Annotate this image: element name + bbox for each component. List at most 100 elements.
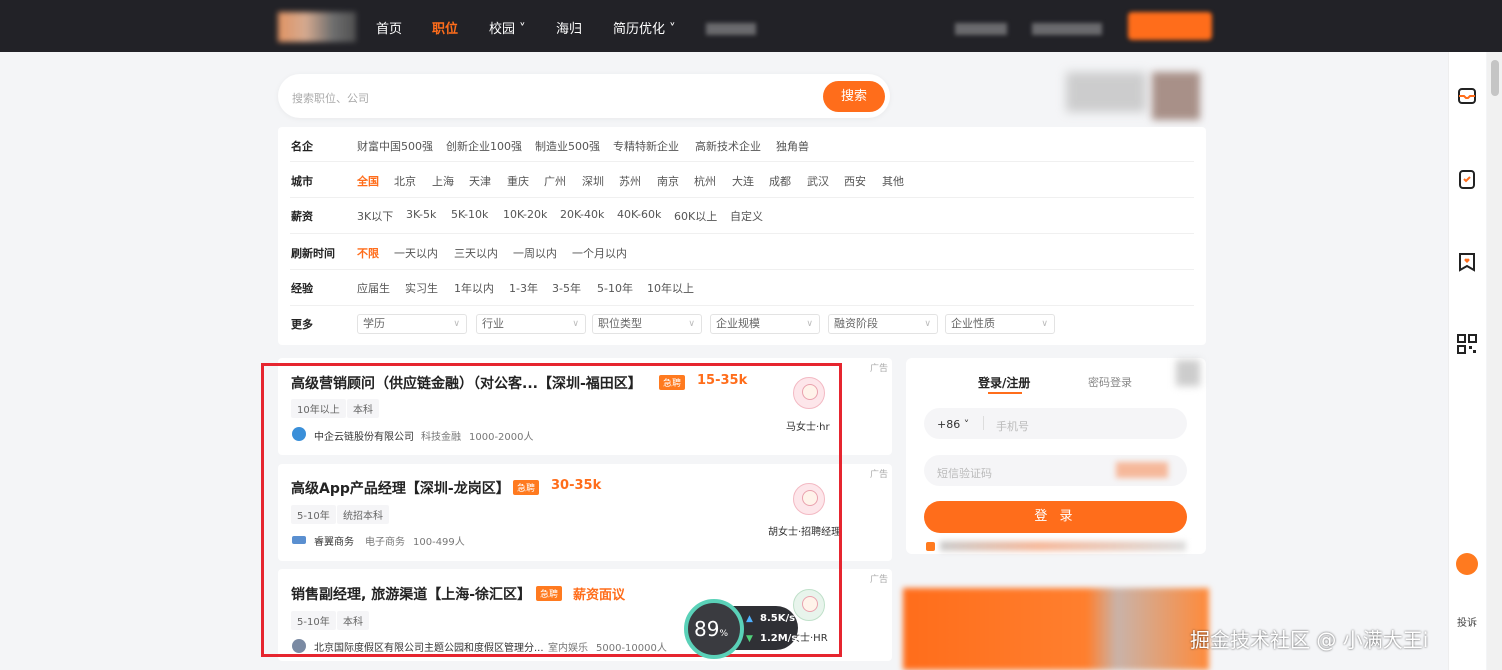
filter-option[interactable]: 5K-10k [451,208,488,221]
nav-overseas[interactable]: 海归 [556,18,582,37]
filter-option[interactable]: 一个月以内 [572,245,627,261]
nav-blurred-item[interactable] [706,23,756,35]
agreement-text [940,541,1186,551]
filter-option[interactable]: 1-3年 [509,280,538,296]
nav-campus[interactable]: 校园 ˅ [489,18,526,37]
tab-password-login[interactable]: 密码登录 [1088,374,1132,390]
filter-option[interactable]: 深圳 [582,173,604,189]
filter-label-famous: 名企 [291,140,313,153]
blurred-qr-corner[interactable] [1176,360,1200,386]
nav-user-button[interactable] [1128,12,1212,40]
search-button[interactable]: 搜索 [823,81,885,112]
country-code-select[interactable]: +86 ˅ [937,418,969,431]
filter-label-more: 更多 [291,318,313,331]
dropdown-education[interactable]: 学历 ∨ [357,314,467,334]
filter-option[interactable]: 苏州 [619,173,641,189]
login-button[interactable]: 登 录 [924,501,1187,533]
filter-option[interactable]: 10K-20k [503,208,547,221]
filter-option[interactable]: 专精特新企业 [613,138,679,154]
filter-option[interactable]: 财富中国500强 [357,138,433,154]
filter-option[interactable]: 一周以内 [513,245,557,261]
divider [290,233,1194,234]
nav-home[interactable]: 首页 [376,18,402,37]
divider [290,161,1194,162]
dropdown-label: 行业 [482,317,504,330]
filter-option[interactable]: 实习生 [405,280,438,296]
filter-option[interactable]: 重庆 [507,173,529,189]
chevron-down-icon: ∨ [453,319,460,329]
filter-option[interactable]: 北京 [394,173,416,189]
nav-blurred-item[interactable] [955,23,1007,35]
nav-blurred-item[interactable] [1032,23,1102,35]
nav-jobs[interactable]: 职位 [432,18,458,37]
filter-option[interactable]: 天津 [469,173,491,189]
filter-option[interactable]: 40K-60k [617,208,661,221]
filter-option[interactable]: 广州 [544,173,566,189]
filter-option[interactable]: 三天以内 [454,245,498,261]
filter-option-selected[interactable]: 不限 [357,245,379,261]
filter-option[interactable]: 自定义 [730,208,763,224]
filter-option[interactable]: 成都 [769,173,791,189]
dropdown-company-type[interactable]: 企业性质 ∨ [945,314,1055,334]
filter-label-refresh: 刷新时间 [291,247,335,260]
filter-option[interactable]: 其他 [882,173,904,189]
filter-option[interactable]: 上海 [432,173,454,189]
ad-tag: 广告 [870,470,889,480]
chevron-down-icon: ∨ [688,319,695,329]
agreement-checkbox[interactable] [926,542,935,551]
phone-input[interactable]: 手机号 [996,418,1029,434]
dropdown-industry[interactable]: 行业 ∨ [476,314,586,334]
filter-option[interactable]: 西安 [844,173,866,189]
chevron-down-icon: ∨ [806,319,813,329]
filter-option[interactable]: 10年以上 [647,280,694,296]
gauge-unit: % [719,629,729,639]
filter-option[interactable]: 创新企业100强 [446,138,522,154]
filter-label-experience: 经验 [291,282,313,295]
filter-option[interactable]: 5-10年 [597,280,633,296]
filter-option[interactable]: 独角兽 [776,138,809,154]
dropdown-job-type[interactable]: 职位类型 ∨ [592,314,702,334]
filter-option[interactable]: 南京 [657,173,679,189]
promo-banner[interactable] [903,588,1209,670]
tab-login-register[interactable]: 登录/注册 [978,374,1030,391]
feedback-icon[interactable] [1456,553,1478,575]
scrollbar[interactable] [1487,52,1502,670]
filter-option-selected[interactable]: 全国 [357,173,379,189]
tab-underline [988,392,1022,394]
filter-option[interactable]: 武汉 [807,173,829,189]
download-speed: 1.2M/s [760,633,798,644]
dropdown-company-size[interactable]: 企业规模 ∨ [710,314,820,334]
filter-option[interactable]: 20K-40k [560,208,604,221]
filter-option[interactable]: 大连 [732,173,754,189]
watermark: 掘金技术社区 @ 小满大王i [1190,628,1429,652]
bookmark-heart-icon[interactable] [1455,250,1479,274]
search-input[interactable]: 搜索职位、公司 [292,90,369,106]
filter-option[interactable]: 1年以内 [454,280,494,296]
dropdown-funding[interactable]: 融资阶段 ∨ [828,314,938,334]
divider [290,305,1194,306]
scrollbar-thumb[interactable] [1491,60,1499,96]
filter-option[interactable]: 3-5年 [552,280,581,296]
gauge-value: 89 [694,617,720,641]
filter-option[interactable]: 一天以内 [394,245,438,261]
get-code-button[interactable] [1116,462,1168,478]
sms-code-input[interactable]: 短信验证码 [937,465,992,481]
site-logo[interactable] [278,12,356,42]
filter-option[interactable]: 3K以下 [357,208,393,224]
message-icon[interactable] [1455,84,1479,108]
filter-option[interactable]: 高新技术企业 [695,138,761,154]
clipboard-check-icon[interactable] [1455,167,1479,191]
filter-option[interactable]: 制造业500强 [535,138,600,154]
blurred-avatar [1152,72,1200,120]
search-bar[interactable] [278,74,890,118]
filter-option[interactable]: 3K-5k [406,208,436,221]
filter-option[interactable]: 应届生 [357,280,390,296]
nav-resume[interactable]: 简历优化 ˅ [613,18,676,37]
filter-option[interactable]: 杭州 [694,173,716,189]
filter-option[interactable]: 60K以上 [674,208,717,224]
complaint-label[interactable]: 投诉 [1457,614,1477,629]
divider [983,416,984,430]
gauge-percent: 89% [694,617,728,641]
filter-panel [278,127,1206,345]
qr-code-icon[interactable] [1455,332,1479,356]
